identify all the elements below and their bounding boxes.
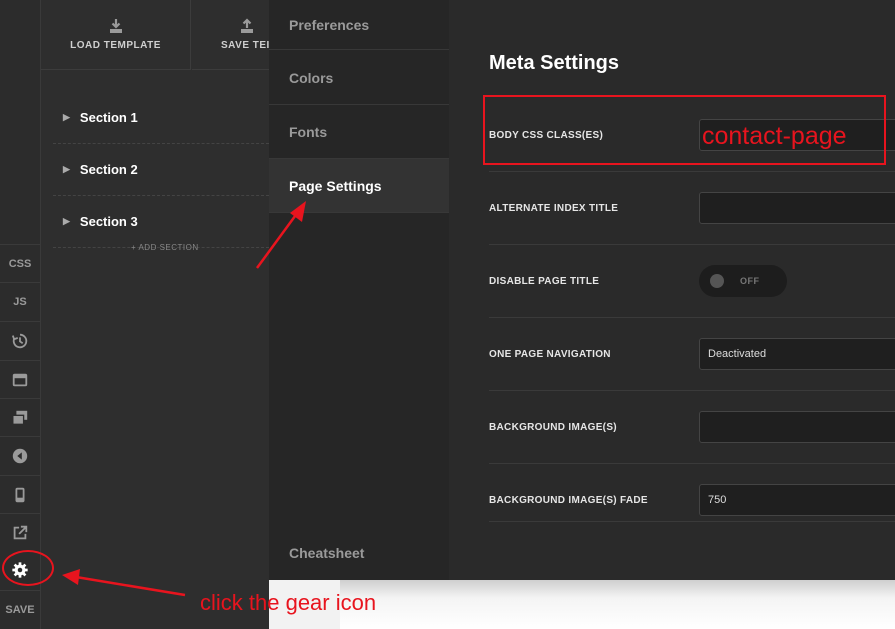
expand-triangle-icon[interactable]: ▶: [63, 164, 70, 175]
nav-item-colors[interactable]: Colors: [269, 51, 449, 105]
layout-button[interactable]: [0, 360, 40, 398]
setting-row-one-page-navigation: ONE PAGE NAVIGATION Deactivated: [489, 318, 895, 391]
pages-icon: [12, 410, 28, 425]
section-label: Section 2: [79, 162, 138, 177]
css-label: CSS: [8, 257, 32, 270]
nav-item-cheatsheet[interactable]: Cheatsheet: [269, 526, 449, 580]
left-toolbar: CSS JS SAVE: [0, 0, 41, 629]
nav-item-page-settings[interactable]: Page Settings: [269, 159, 449, 213]
js-label: JS: [13, 295, 27, 308]
background-images-input[interactable]: [699, 411, 895, 443]
save-template-button[interactable]: SAVE TEI: [192, 0, 269, 70]
load-template-button[interactable]: LOAD TEMPLATE: [41, 0, 191, 70]
history-button[interactable]: [0, 321, 40, 359]
nav-label: Colors: [289, 69, 334, 86]
layout-icon: [12, 373, 28, 386]
setting-label: DISABLE PAGE TITLE: [489, 275, 600, 287]
toggle-state: OFF: [740, 276, 760, 286]
section-row[interactable]: ▶ Section 1: [53, 92, 269, 144]
nav-label: Cheatsheet: [289, 545, 365, 561]
setting-row-disable-page-title: DISABLE PAGE TITLE OFF: [489, 245, 895, 318]
page-background: [340, 580, 895, 629]
external-link-icon: [13, 525, 28, 539]
history-icon: [11, 333, 28, 348]
toggle-knob: [710, 274, 724, 288]
save-template-label: SAVE TEI: [221, 40, 269, 51]
setting-row-background-images: BACKGROUND IMAGE(S): [489, 391, 895, 464]
gear-highlight-circle: [2, 550, 54, 586]
alternate-index-title-input[interactable]: [699, 192, 895, 224]
open-external-button[interactable]: [0, 513, 40, 551]
sections-panel: LOAD TEMPLATE SAVE TEI ▶ Section 1 ▶ Secti…: [41, 0, 269, 629]
disable-page-title-toggle[interactable]: OFF: [699, 265, 787, 297]
expand-triangle-icon[interactable]: ▶: [63, 216, 70, 227]
mobile-preview-button[interactable]: [0, 475, 40, 513]
back-icon: [12, 448, 28, 463]
one-page-navigation-select[interactable]: Deactivated: [699, 338, 895, 370]
upload-icon: [241, 18, 253, 33]
nav-item-fonts[interactable]: Fonts: [269, 105, 449, 159]
setting-label: BACKGROUND IMAGE(S) FADE: [489, 495, 648, 506]
download-icon: [109, 19, 122, 33]
mobile-icon: [15, 487, 25, 502]
meta-settings-panel: Meta Settings BODY CSS CLASS(ES) ALTERNA…: [449, 0, 895, 580]
load-template-label: LOAD TEMPLATE: [70, 40, 161, 51]
add-section-button[interactable]: + ADD SECTION: [131, 243, 199, 252]
instruction-annotation: click the gear icon: [200, 590, 377, 615]
section-row[interactable]: ▶ Section 2: [53, 144, 269, 196]
nav-label: Page Settings: [289, 177, 382, 194]
css-button[interactable]: CSS: [0, 244, 40, 282]
add-section-label: + ADD SECTION: [131, 243, 199, 252]
setting-label: ALTERNATE INDEX TITLE: [489, 202, 619, 214]
setting-label: ONE PAGE NAVIGATION: [489, 348, 611, 360]
save-label: SAVE: [5, 603, 35, 616]
settings-nav: Preferences Colors Fonts Page Settings C…: [269, 0, 449, 580]
css-class-annotation: contact-page: [702, 122, 847, 150]
section-label: Section 3: [79, 214, 138, 229]
nav-item-preferences[interactable]: Preferences: [269, 0, 449, 50]
back-button[interactable]: [0, 436, 40, 474]
setting-row-alternate-index-title: ALTERNATE INDEX TITLE: [489, 172, 895, 245]
nav-label: Preferences: [289, 16, 370, 33]
section-row[interactable]: ▶ Section 3: [53, 196, 269, 248]
setting-label: BACKGROUND IMAGE(S): [489, 421, 617, 433]
section-label: Section 1: [79, 110, 138, 125]
pages-button[interactable]: [0, 398, 40, 436]
save-button[interactable]: SAVE: [0, 590, 40, 628]
background-fade-input[interactable]: 750: [699, 484, 895, 516]
setting-row-background-fade: BACKGROUND IMAGE(S) FADE 750: [489, 464, 895, 522]
expand-triangle-icon[interactable]: ▶: [63, 112, 70, 123]
nav-label: Fonts: [289, 123, 328, 140]
page-title: Meta Settings: [489, 52, 620, 74]
js-button[interactable]: JS: [0, 282, 40, 320]
